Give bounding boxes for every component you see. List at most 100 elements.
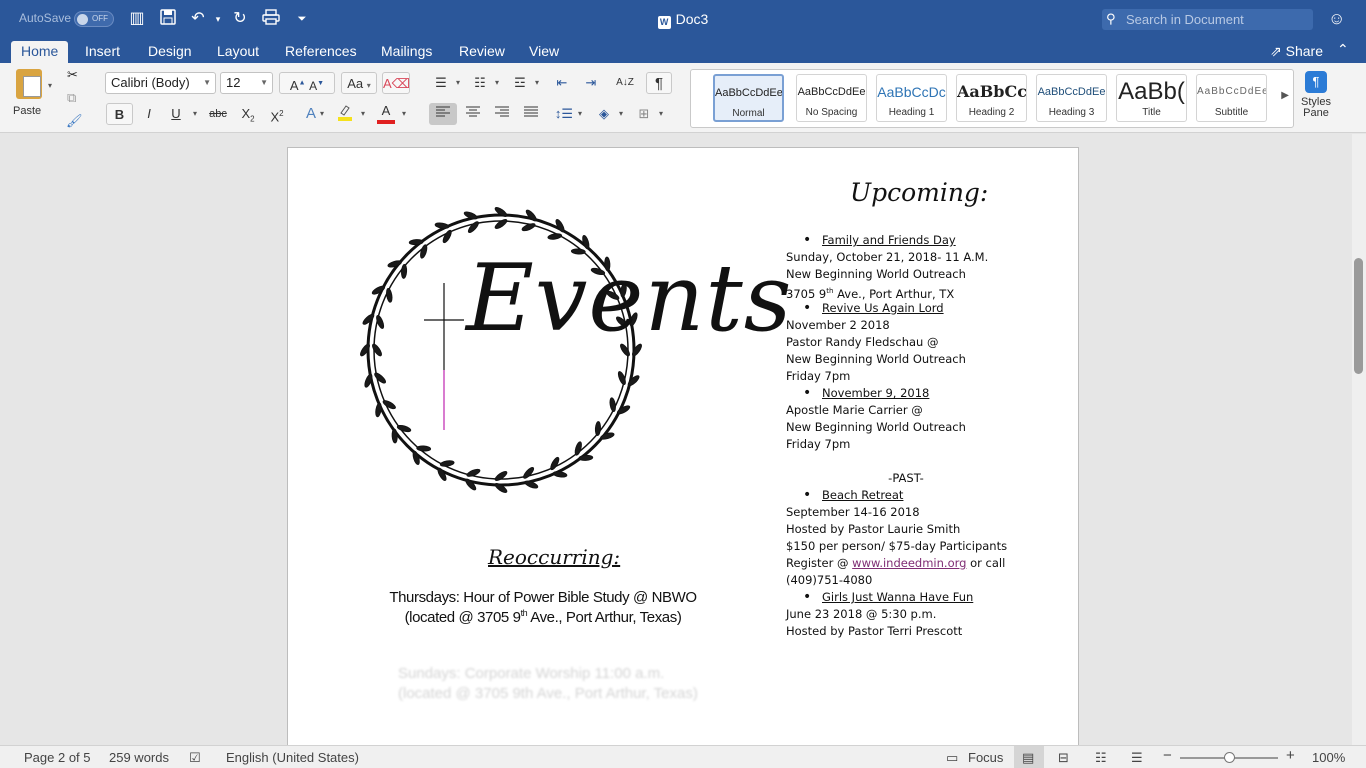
style-normal[interactable]: AaBbCcDdEe Normal (713, 74, 784, 122)
align-left-button[interactable] (429, 103, 457, 125)
events-column[interactable]: Family and Friends Day Sunday, October 2… (786, 232, 1026, 640)
scrollbar-thumb[interactable] (1354, 258, 1363, 374)
subscript-button[interactable]: X2 (236, 103, 260, 125)
style-heading-1[interactable]: AaBbCcDc Heading 1 (876, 74, 947, 122)
style-subtitle[interactable]: AaBbCcDdEe Subtitle (1196, 74, 1267, 122)
cut-icon[interactable]: ✂ (67, 67, 78, 83)
reoccurring-line-1[interactable]: Thursdays: Hour of Power Bible Study @ N… (378, 589, 708, 606)
draft-view-icon[interactable]: ☰ (1131, 750, 1143, 766)
tab-mailings[interactable]: Mailings (381, 43, 432, 59)
tab-view[interactable]: View (529, 43, 559, 59)
font-size-select[interactable]: 12 ▼ (220, 72, 273, 94)
font-color-icon[interactable]: A (374, 103, 398, 125)
text-effects-dropdown-icon[interactable]: ▾ (320, 109, 324, 118)
increase-indent-icon[interactable]: ⇥ (579, 72, 603, 94)
grow-font-icon[interactable]: A▲ (290, 78, 306, 93)
multilevel-list-icon[interactable]: ☲ (508, 72, 532, 94)
save-icon[interactable] (158, 9, 178, 29)
list-item[interactable]: Family and Friends Day (786, 232, 1026, 249)
align-right-button[interactable] (489, 103, 515, 125)
sort-icon[interactable]: A↓Z (612, 72, 638, 94)
styles-more-icon[interactable]: ▶ (1281, 90, 1289, 101)
sidebar-icon[interactable]: ▥ (127, 9, 147, 29)
page-count[interactable]: Page 2 of 5 (24, 750, 91, 765)
clear-formatting-icon[interactable]: A⌫ (382, 72, 410, 94)
shrink-font-icon[interactable]: A▼ (309, 79, 324, 93)
line-spacing-icon[interactable]: ↕☰ (552, 103, 576, 125)
font-color-dropdown-icon[interactable]: ▾ (402, 109, 406, 118)
undo-icon[interactable]: ↶ (188, 9, 208, 29)
tab-home[interactable]: Home (11, 41, 69, 63)
text-effects-icon[interactable]: A (300, 103, 322, 125)
share-button[interactable]: ⇗ Share (1270, 43, 1323, 60)
web-layout-icon[interactable]: ⊟ (1058, 750, 1069, 766)
line-spacing-dropdown-icon[interactable]: ▾ (578, 109, 582, 118)
italic-button[interactable]: I (138, 103, 160, 125)
paste-button[interactable]: Paste (13, 69, 53, 117)
tab-design[interactable]: Design (148, 43, 192, 59)
document-area[interactable]: Events Reoccurring: Thursdays: Hour of P… (0, 134, 1352, 745)
font-name-select[interactable]: Calibri (Body) ▼ (105, 72, 216, 94)
copy-icon[interactable]: ⧉ (67, 90, 76, 106)
style-no-spacing[interactable]: AaBbCcDdEe No Spacing (796, 74, 867, 122)
highlight-dropdown-icon[interactable]: ▾ (361, 109, 365, 118)
outline-view-icon[interactable]: ☷ (1095, 750, 1107, 766)
format-painter-icon[interactable]: 🖌 (66, 113, 83, 129)
search-input[interactable] (1126, 11, 1306, 28)
style-heading-2[interactable]: AaBbCc Heading 2 (956, 74, 1027, 122)
list-item[interactable]: Beach Retreat (786, 487, 1026, 504)
document-page[interactable]: Events Reoccurring: Thursdays: Hour of P… (287, 147, 1079, 745)
underline-dropdown-icon[interactable]: ▾ (193, 109, 197, 118)
tab-review[interactable]: Review (459, 43, 505, 59)
word-count[interactable]: 259 words (109, 750, 169, 765)
zoom-level[interactable]: 100% (1312, 750, 1345, 765)
feedback-smiley-icon[interactable]: ☺ (1328, 9, 1345, 29)
multilevel-dropdown-icon[interactable]: ▾ (535, 78, 539, 87)
borders-icon[interactable]: ⊞ (632, 103, 656, 125)
decrease-indent-icon[interactable]: ⇤ (550, 72, 574, 94)
reoccurring-line-2[interactable]: (located @ 3705 9th Ave., Port Arthur, T… (378, 608, 708, 626)
autosave-toggle[interactable]: OFF (74, 11, 114, 27)
list-item[interactable]: Revive Us Again Lord (786, 300, 1026, 317)
underline-button[interactable]: U (165, 103, 187, 125)
shading-icon[interactable]: ◈ (592, 103, 616, 125)
tab-layout[interactable]: Layout (217, 43, 259, 59)
search-box[interactable]: ⚲ (1102, 9, 1313, 30)
highlight-icon[interactable] (333, 103, 357, 125)
style-heading-3[interactable]: AaBbCcDdEe Heading 3 (1036, 74, 1107, 122)
upcoming-title[interactable]: Upcoming: (850, 178, 988, 207)
shading-dropdown-icon[interactable]: ▾ (619, 109, 623, 118)
focus-button[interactable]: Focus (968, 750, 1003, 765)
list-item[interactable]: Girls Just Wanna Have Fun (786, 589, 1026, 606)
undo-dropdown-icon[interactable]: ▾ (208, 9, 228, 29)
language[interactable]: English (United States) (226, 750, 359, 765)
justify-button[interactable] (518, 103, 544, 125)
bullets-dropdown-icon[interactable]: ▾ (456, 78, 460, 87)
paste-dropdown-icon[interactable]: ▾ (48, 81, 52, 90)
font-size-grow-shrink[interactable]: A▲ A▼ (279, 72, 335, 94)
show-formatting-marks-icon[interactable]: ¶ (646, 72, 672, 94)
superscript-button[interactable]: X2 (265, 103, 289, 125)
proofing-icon[interactable]: ☑ (189, 750, 201, 766)
customize-toolbar-icon[interactable]: ⏷ (292, 9, 312, 29)
redo-icon[interactable]: ↻ (230, 9, 250, 29)
events-heading[interactable]: Events (466, 244, 792, 352)
zoom-slider-thumb[interactable] (1224, 752, 1235, 763)
zoom-out-icon[interactable]: − (1163, 747, 1172, 764)
website-link[interactable]: www.indeedmin.org (852, 556, 966, 570)
print-icon[interactable] (261, 9, 281, 29)
change-case-button[interactable]: Aa ▾ (341, 72, 377, 94)
list-item[interactable]: November 9, 2018 (786, 385, 1026, 402)
style-title[interactable]: AaBb( Title (1116, 74, 1187, 122)
bold-button[interactable]: B (106, 103, 133, 125)
strikethrough-button[interactable]: abc (206, 103, 230, 125)
tab-insert[interactable]: Insert (85, 43, 120, 59)
reoccurring-title[interactable]: Reoccurring: (488, 545, 620, 569)
align-center-button[interactable] (460, 103, 486, 125)
zoom-in-icon[interactable]: + (1286, 747, 1295, 764)
tab-references[interactable]: References (285, 43, 357, 59)
numbering-icon[interactable]: ☷ (468, 72, 492, 94)
borders-dropdown-icon[interactable]: ▾ (659, 109, 663, 118)
styles-pane-button[interactable]: ¶ Styles Pane (1298, 71, 1334, 119)
bullets-icon[interactable]: ☰ (429, 72, 453, 94)
